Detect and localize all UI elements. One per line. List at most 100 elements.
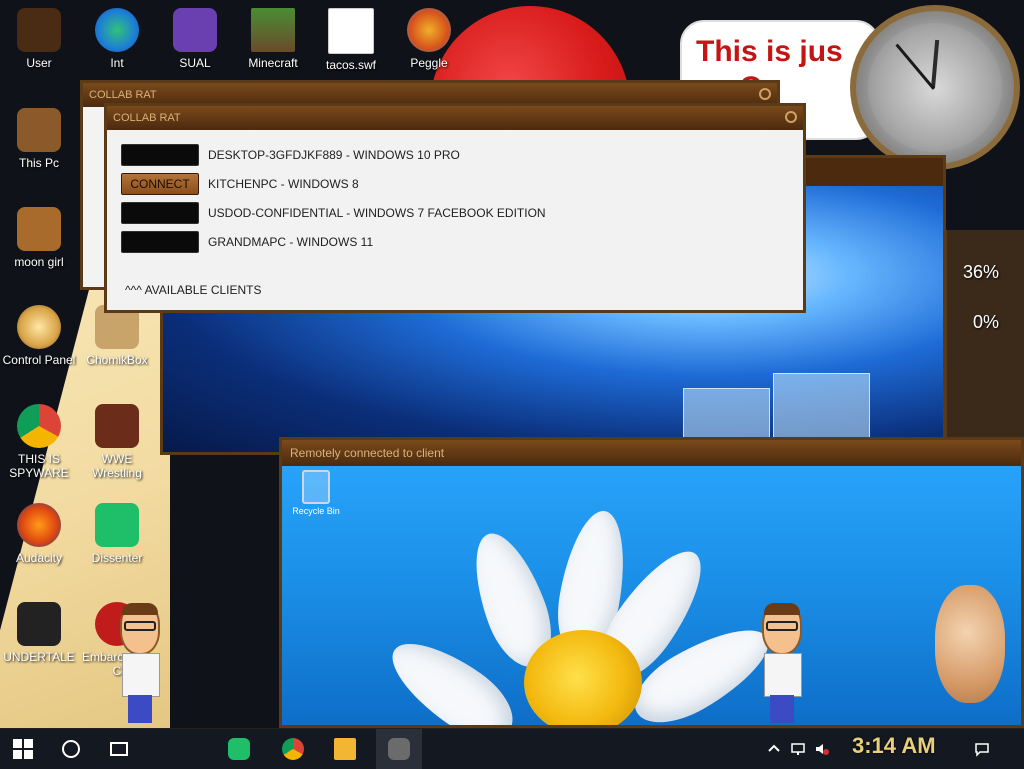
banner-line-1: This is jus <box>696 35 843 68</box>
network-icon[interactable] <box>790 741 806 757</box>
desktop-icon-label: Dissenter <box>91 551 143 565</box>
client-name: USDOD-CONFIDENTIAL - WINDOWS 7 FACEBOOK … <box>208 206 546 220</box>
taskbar-dissenter[interactable] <box>216 729 262 769</box>
desktop-icon-label: SUAL <box>179 56 211 70</box>
start-icon <box>13 739 33 759</box>
client-connect-button[interactable] <box>121 231 199 253</box>
volume-muted-icon[interactable] <box>814 741 830 757</box>
desktop-icon-internet[interactable]: Int <box>78 8 156 70</box>
collab-titlebar[interactable]: COLLAB RAT <box>107 106 803 130</box>
visual-studio-icon <box>173 8 217 52</box>
cartoon-character <box>116 603 164 723</box>
client-row: GRANDMAPC - WINDOWS 11 <box>121 231 373 253</box>
steampunk-clock <box>850 5 1020 170</box>
side-gauge-panel: 36% 0% <box>944 230 1024 440</box>
client-row: USDOD-CONFIDENTIAL - WINDOWS 7 FACEBOOK … <box>121 202 546 224</box>
chrome-icon <box>282 738 304 760</box>
desktop-icon-label: tacos.swf <box>325 58 376 72</box>
taskbar-skull-app[interactable] <box>376 729 422 769</box>
daisy-center <box>524 630 642 725</box>
task-view-icon <box>110 742 128 756</box>
lightbulb-icon <box>17 305 61 349</box>
user-icon <box>17 8 61 52</box>
recycle-bin-label: Recycle Bin <box>292 506 340 516</box>
dissenter-icon <box>95 503 139 547</box>
flash-file-icon <box>328 8 374 54</box>
desktop-icon-wwe[interactable]: WWE Wrestling <box>78 404 156 480</box>
chrome-icon <box>17 404 61 448</box>
hamster-graphic <box>935 585 1005 703</box>
gauge-percent-1: 36% <box>962 262 999 282</box>
character-shirt <box>122 653 160 697</box>
desktop-icon-dissenter[interactable]: Dissenter <box>78 503 156 565</box>
collab-window: COLLAB RAT DESKTOP-3GFDJKF889 - WINDOWS … <box>104 103 806 313</box>
desktop-icon-label: WWE Wrestling <box>92 452 142 480</box>
character-hair <box>764 603 800 615</box>
desktop-icon-label: UNDERTALE <box>3 650 75 664</box>
cortana-icon <box>62 740 80 758</box>
gear-icon[interactable] <box>759 88 771 100</box>
dissenter-icon <box>228 738 250 760</box>
client-connect-button[interactable]: CONNECT <box>121 173 199 195</box>
client-name: DESKTOP-3GFDJKF889 - WINDOWS 10 PRO <box>208 148 460 162</box>
desktop-icon-spyware[interactable]: THIS IS SPYWARE <box>0 404 78 480</box>
desktop-icon-visual[interactable]: SUAL <box>156 8 234 70</box>
remote-window-title[interactable]: Remotely connected to client <box>282 440 1021 466</box>
desktop-icon-peggle[interactable]: Peggle <box>390 8 468 70</box>
desktop-icon-label: Audacity <box>15 551 63 565</box>
desktop-icon-audacity[interactable]: Audacity <box>0 503 78 565</box>
taskbar-file-explorer[interactable] <box>322 729 368 769</box>
taskbar-clock[interactable]: 3:14 AM <box>852 733 936 759</box>
remote-session-window[interactable]: Remotely connected to client Recycle Bin <box>279 437 1024 728</box>
available-clients-label: ^^^ AVAILABLE CLIENTS <box>125 283 262 297</box>
notification-icon[interactable] <box>974 741 990 757</box>
audacity-icon <box>17 503 61 547</box>
cartoon-character <box>758 603 806 723</box>
desktop-icon-this-pc[interactable]: This Pc <box>0 108 78 170</box>
character-glasses <box>124 621 156 631</box>
desktop-icon-label: moon girl <box>14 255 64 269</box>
taskbar-chrome[interactable] <box>270 729 316 769</box>
desktop-icon-tacos[interactable]: tacos.swf <box>312 8 390 72</box>
folder-icon <box>17 207 61 251</box>
wwe-icon <box>95 404 139 448</box>
desktop-icon-moon-girl[interactable]: moon girl <box>0 207 78 269</box>
character-hair <box>122 603 158 615</box>
desktop-icon-label: ChomikBox <box>86 353 148 367</box>
gear-icon[interactable] <box>785 111 797 123</box>
task-view-button[interactable] <box>96 729 142 769</box>
peggle-icon <box>407 8 451 52</box>
client-row: DESKTOP-3GFDJKF889 - WINDOWS 10 PRO <box>121 144 460 166</box>
cortana-button[interactable] <box>48 729 94 769</box>
desktop-icon-label: Control Panel <box>2 353 76 367</box>
desktop-icon-label: This Pc <box>18 156 59 170</box>
desktop: This is jus ge O User Int SUAL Minecraft… <box>0 0 1024 728</box>
desktop-icon-label: Minecraft <box>248 56 298 70</box>
remote-recycle-bin[interactable]: Recycle Bin <box>290 470 342 516</box>
unity-icon <box>17 602 61 646</box>
minecraft-icon <box>251 8 295 52</box>
desktop-icon-label: THIS IS SPYWARE <box>9 452 69 480</box>
desktop-icon-label: Peggle <box>410 56 448 70</box>
client-row: CONNECT KITCHENPC - WINDOWS 8 <box>121 173 359 195</box>
chevron-up-icon[interactable] <box>766 741 782 757</box>
desktop-icon-user[interactable]: User <box>0 8 78 70</box>
skull-app-icon <box>388 738 410 760</box>
recycle-bin-icon <box>302 470 330 504</box>
client-connect-button[interactable] <box>121 144 199 166</box>
desktop-icon-undertale[interactable]: UNDERTALE <box>0 602 78 664</box>
computer-icon <box>17 108 61 152</box>
desktop-icon-control-panel[interactable]: Control Panel <box>0 305 78 367</box>
taskbar: 3:14 AM <box>0 728 1024 769</box>
client-name: GRANDMAPC - WINDOWS 11 <box>208 235 374 249</box>
client-name: KITCHENPC - WINDOWS 8 <box>208 177 359 191</box>
start-button[interactable] <box>0 729 46 769</box>
file-explorer-icon <box>334 738 356 760</box>
character-glasses <box>766 621 798 631</box>
windows-logo-pane <box>773 373 870 445</box>
client-connect-button[interactable] <box>121 202 199 224</box>
desktop-icon-minecraft[interactable]: Minecraft <box>234 8 312 70</box>
desktop-icon-chomikbox[interactable]: ChomikBox <box>78 305 156 367</box>
character-pants <box>770 695 794 723</box>
character-shirt <box>764 653 802 697</box>
